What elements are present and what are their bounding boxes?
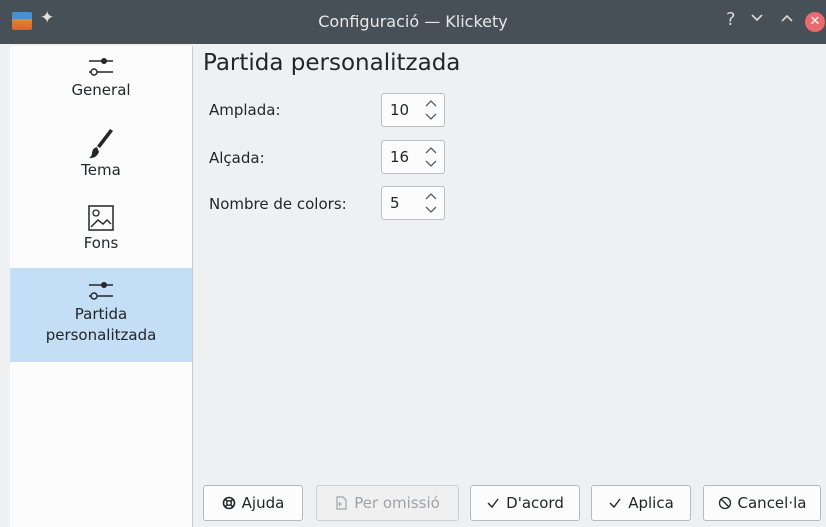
width-label: Amplada: <box>209 101 281 119</box>
titlebar[interactable]: ✦ Configuració — Klickety ? ✕ <box>0 0 826 44</box>
sidebar-item-tema[interactable]: Tema <box>10 126 192 194</box>
colors-label: Nombre de colors: <box>209 195 347 213</box>
checkmark-icon <box>487 498 499 509</box>
apply-button[interactable]: Aplica <box>591 485 691 521</box>
spin-arrows-icon[interactable] <box>424 144 438 170</box>
image-icon <box>88 205 114 231</box>
colors-spinbox[interactable]: 5 <box>381 186 445 220</box>
ok-label: D'acord <box>506 494 564 512</box>
chevron-up-icon <box>781 14 793 22</box>
height-spinbox[interactable]: 16 <box>381 140 445 174</box>
width-value[interactable]: 10 <box>390 101 409 119</box>
sidebar: General Tema Fons Partida personalitzada <box>10 46 193 527</box>
cancel-label: Cancel·la <box>737 494 807 512</box>
spin-arrows-icon[interactable] <box>424 97 438 123</box>
sliders-icon <box>89 58 113 76</box>
checkmark-icon <box>609 498 621 509</box>
sidebar-item-label: Fons <box>83 234 119 252</box>
width-spinbox[interactable]: 10 <box>381 93 445 127</box>
height-value[interactable]: 16 <box>390 148 409 166</box>
chevron-down-icon <box>751 14 763 22</box>
sidebar-item-label: Tema <box>81 161 121 179</box>
help-button[interactable]: ? <box>726 9 736 30</box>
sidebar-item-general[interactable]: General <box>10 52 192 120</box>
cancel-button[interactable]: Cancel·la <box>703 485 821 521</box>
document-revert-icon <box>336 496 347 510</box>
help-label: Ajuda <box>241 494 285 512</box>
lifebuoy-icon <box>222 496 235 510</box>
colors-value[interactable]: 5 <box>390 194 400 212</box>
minimize-button[interactable] <box>750 11 764 29</box>
main-panel: Partida personalitzada Amplada: 10 Alçad… <box>193 44 826 527</box>
sidebar-item-label: Partida <box>74 305 128 323</box>
spin-arrows-icon[interactable] <box>424 190 438 216</box>
defaults-label: Per omissió <box>354 494 440 512</box>
sidebar-item-partida-personalitzada[interactable]: Partida personalitzada <box>10 268 192 362</box>
apply-label: Aplica <box>628 494 674 512</box>
sliders-icon <box>89 282 113 300</box>
sidebar-item-fons[interactable]: Fons <box>10 203 192 267</box>
cancel-icon <box>718 496 731 510</box>
close-button[interactable]: ✕ <box>805 12 825 32</box>
window-title: Configuració — Klickety <box>318 12 508 31</box>
sidebar-item-label: General <box>71 81 131 99</box>
page-title: Partida personalitzada <box>203 50 461 76</box>
config-window: ✦ Configuració — Klickety ? ✕ General Te… <box>0 0 826 527</box>
brush-icon <box>89 129 113 159</box>
height-label: Alçada: <box>209 149 265 167</box>
sidebar-item-label: personalitzada <box>45 326 157 344</box>
maximize-button[interactable] <box>780 11 794 29</box>
ok-button[interactable]: D'acord <box>470 485 580 521</box>
help-dialog-button[interactable]: Ajuda <box>203 485 303 521</box>
defaults-button[interactable]: Per omissió <box>316 485 459 521</box>
